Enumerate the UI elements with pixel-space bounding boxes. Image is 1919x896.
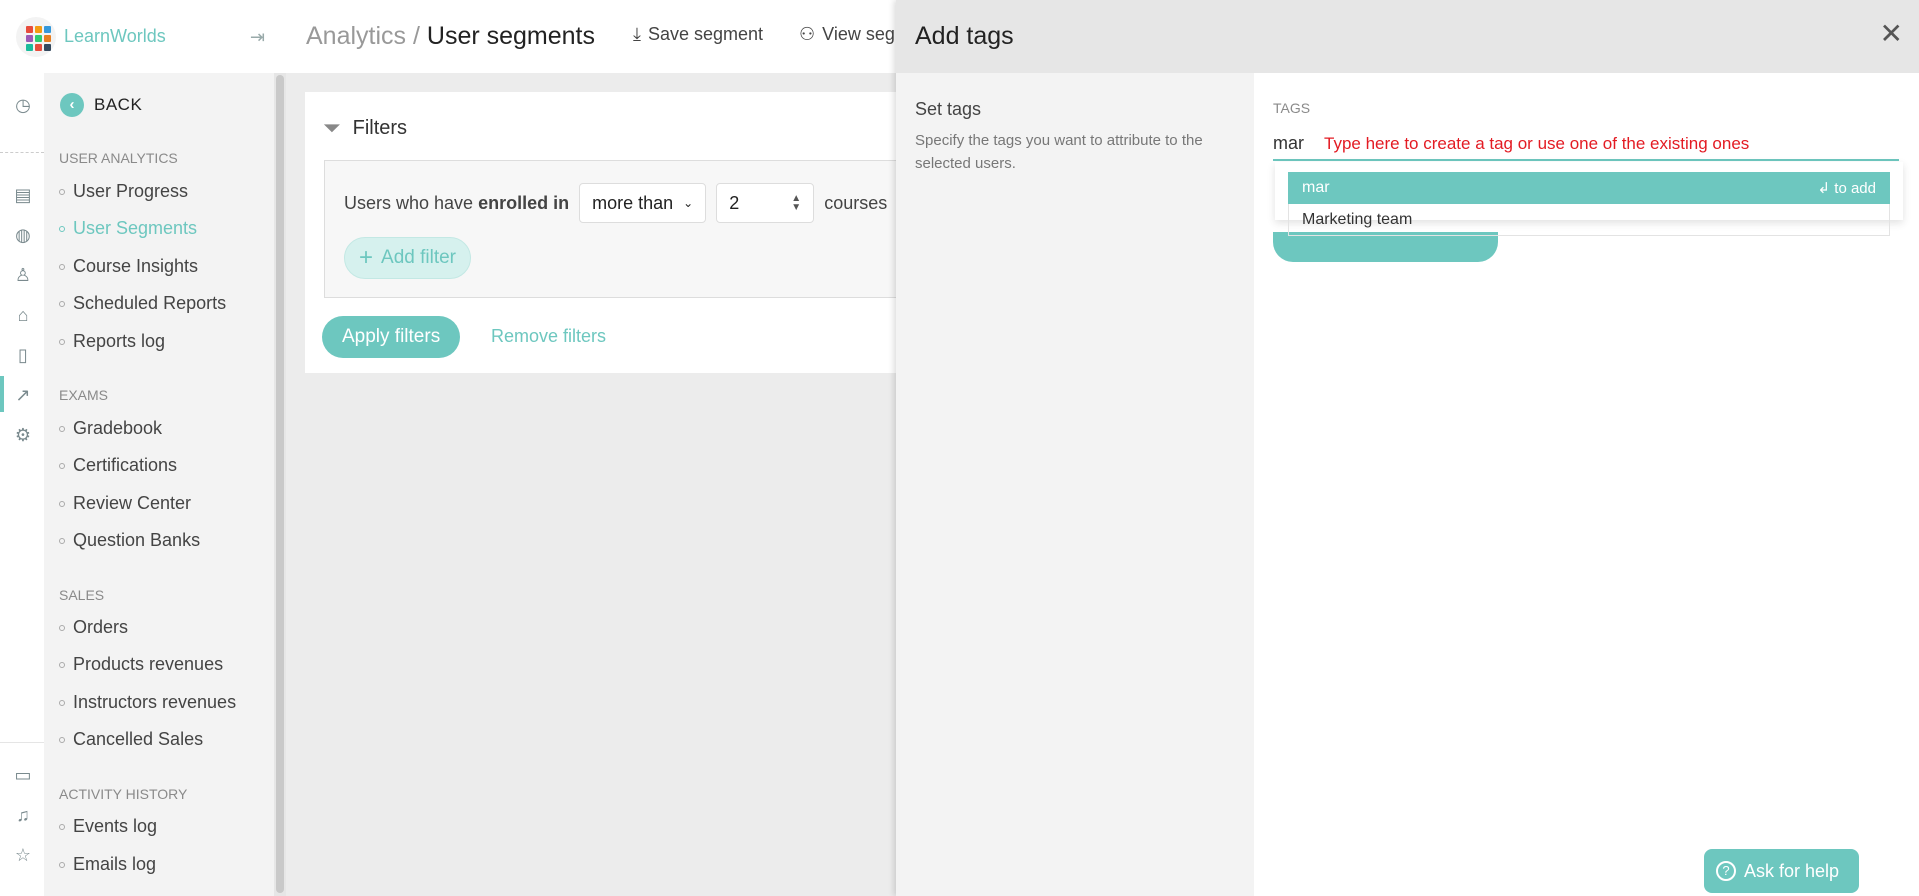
panel-header: Add tags ✕	[896, 0, 1919, 73]
rule-suffix: courses	[824, 192, 888, 213]
collapse-sidebar-icon[interactable]: ⇥	[250, 27, 272, 47]
section-activity-history: ACTIVITY HISTORY	[59, 786, 188, 802]
close-icon[interactable]: ✕	[1880, 20, 1903, 48]
rule-text: Users who have enrolled in	[344, 192, 570, 213]
set-tags-description: Specify the tags you want to attribute t…	[915, 132, 1203, 172]
view-segments-button[interactable]: ⚇ View seg	[799, 24, 895, 45]
mobile-icon[interactable]: ▯	[10, 342, 36, 368]
download-icon: ⤓	[633, 24, 641, 44]
sidebar-scrollbar[interactable]	[274, 73, 286, 896]
set-tags-title: Set tags	[915, 99, 982, 119]
sidebar-item-scheduled-reports[interactable]: Scheduled Reports	[59, 293, 226, 314]
dashboard-icon[interactable]: ◷	[10, 92, 36, 118]
back-button[interactable]: ‹ BACK	[60, 93, 142, 117]
funnel-icon: ⏷	[323, 115, 341, 140]
clipboard-icon[interactable]: ▭	[10, 762, 36, 788]
back-label: BACK	[94, 95, 143, 114]
filter-rule: Users who have enrolled in more than ⌄ 2…	[344, 183, 887, 223]
chevron-left-icon: ‹	[60, 93, 84, 117]
chevron-down-icon: ⌄	[683, 196, 694, 210]
sidebar-scrollbar-thumb[interactable]	[276, 75, 284, 893]
rail-divider	[0, 152, 44, 153]
rail-divider-bottom	[0, 742, 44, 743]
filters-heading: ⏷ Filters	[323, 115, 408, 140]
operator-select[interactable]: more than ⌄	[579, 183, 707, 223]
sidebar-item-events-log[interactable]: Events log	[59, 816, 157, 837]
rail-active-indicator	[0, 376, 4, 412]
marketing-tag-icon[interactable]: ⌂	[10, 302, 36, 328]
sidebar-item-review-center[interactable]: Review Center	[59, 493, 191, 514]
website-icon[interactable]: ◍	[10, 222, 36, 248]
analytics-icon[interactable]: ↗	[10, 382, 36, 408]
sidebar-item-orders[interactable]: Orders	[59, 617, 128, 638]
filters-card: ⏷ Filters Users who have enrolled in mor…	[305, 92, 944, 373]
remove-filters-link[interactable]: Remove filters	[491, 326, 606, 347]
create-tag-option[interactable]: mar ↲ to add	[1288, 172, 1890, 204]
hidden-submit-button[interactable]	[1273, 232, 1498, 262]
section-user-analytics: USER ANALYTICS	[59, 150, 178, 166]
help-question-icon: ?	[1716, 861, 1736, 881]
learnworlds-logo[interactable]	[16, 17, 56, 57]
save-segment-button[interactable]: ⤓ Save segment	[633, 24, 763, 45]
panel-title: Add tags	[915, 22, 1014, 50]
ask-for-help-button[interactable]: ? Ask for help	[1704, 849, 1860, 893]
count-stepper[interactable]: 2 ▲ ▼	[716, 183, 815, 223]
sidebar-item-user-segments[interactable]: User Segments	[59, 218, 197, 239]
sidebar-item-course-insights[interactable]: Course Insights	[59, 256, 198, 277]
tags-input-hint: Type here to create a tag or use one of …	[1324, 133, 1750, 153]
sidebar-item-question-banks[interactable]: Question Banks	[59, 530, 200, 551]
plus-icon: +	[359, 244, 374, 271]
sidebar-item-certifications[interactable]: Certifications	[59, 455, 177, 476]
users-icon[interactable]: ♙	[10, 262, 36, 288]
sidebar-item-user-progress[interactable]: User Progress	[59, 181, 188, 202]
sidebar-item-products-revenues[interactable]: Products revenues	[59, 654, 223, 675]
add-tags-panel: Add tags ✕ Set tags Specify the tags you…	[896, 0, 1919, 896]
sidebar-gap	[286, 73, 290, 896]
filter-rule-box: Users who have enrolled in more than ⌄ 2…	[324, 160, 944, 298]
sidebar-item-cancelled-sales[interactable]: Cancelled Sales	[59, 729, 203, 750]
tags-field-label: TAGS	[1273, 100, 1311, 116]
add-filter-button[interactable]: + Add filter	[344, 237, 471, 279]
brand-bar: LearnWorlds ⇥	[0, 0, 290, 73]
tags-input-value: mar	[1273, 133, 1304, 153]
section-exams: EXAMS	[59, 387, 109, 403]
tag-suggestions-dropdown: mar ↲ to add Marketing team	[1275, 162, 1903, 236]
panel-description: Set tags Specify the tags you want to at…	[896, 73, 1254, 896]
breadcrumb-analytics[interactable]: Analytics	[306, 22, 406, 50]
settings-gear-icon[interactable]: ⚙	[10, 422, 36, 448]
sidebar-item-instructors-revenues[interactable]: Instructors revenues	[59, 692, 236, 713]
sidebar-item-gradebook[interactable]: Gradebook	[59, 418, 162, 439]
brand-name: LearnWorlds	[64, 26, 166, 46]
support-headset-icon[interactable]: ♫	[10, 802, 36, 828]
section-sales: SALES	[59, 587, 105, 603]
sidebar-item-reports-log[interactable]: Reports log	[59, 331, 165, 352]
enter-to-add-hint: ↲ to add	[1817, 180, 1876, 197]
tags-input[interactable]: mar Type here to create a tag or use one…	[1273, 128, 1899, 161]
apply-filters-button[interactable]: Apply filters	[322, 316, 461, 358]
page-title: User segments	[426, 22, 596, 50]
users-icon: ⚇	[799, 24, 816, 44]
pages-icon[interactable]: ▤	[10, 182, 36, 208]
analytics-sidebar: ‹ BACK USER ANALYTICS User Progress User…	[44, 73, 274, 896]
sidebar-item-emails-log[interactable]: Emails log	[59, 854, 156, 875]
breadcrumb: Analytics / User segments	[306, 22, 596, 50]
tag-option-marketing-team[interactable]: Marketing team	[1288, 204, 1890, 236]
stepper-arrows-icon[interactable]: ▲ ▼	[791, 194, 801, 213]
profile-star-icon[interactable]: ☆	[10, 842, 36, 868]
